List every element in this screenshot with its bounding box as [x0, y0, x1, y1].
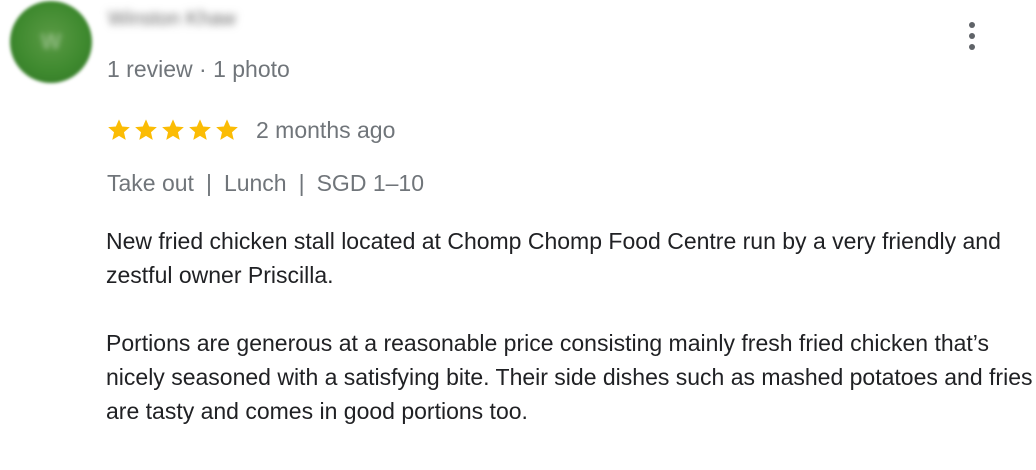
attribute-separator: |: [298, 170, 305, 196]
avatar-initial: W: [40, 29, 62, 54]
avatar[interactable]: W: [10, 1, 92, 83]
star-icon: [162, 119, 184, 140]
review-paragraph: Portions are generous at a reasonable pr…: [106, 330, 1033, 424]
star-icon: [108, 119, 130, 140]
attribute-meal: Lunch: [223, 170, 287, 196]
review-attributes: Take out | Lunch | SGD 1–10: [107, 170, 424, 197]
attribute-service: Take out: [107, 170, 194, 196]
star-icon: [216, 119, 238, 140]
star-icon: [189, 119, 211, 140]
more-options-button[interactable]: [958, 16, 986, 56]
star-rating: [106, 117, 240, 143]
more-vert-icon: [969, 22, 975, 50]
attribute-separator: |: [205, 170, 212, 196]
rating-row: 2 months ago: [106, 113, 395, 147]
reviewer-meta[interactable]: 1 review · 1 photo: [107, 56, 290, 83]
review-card: W Winston Khaw 1 review · 1 photo 2 mont…: [0, 0, 1036, 470]
reviewer-name[interactable]: Winston Khaw: [108, 8, 248, 34]
review-text: New fried chicken stall located at Chomp…: [106, 224, 1036, 462]
review-paragraph: New fried chicken stall located at Chomp…: [106, 228, 1001, 288]
star-icon: [135, 119, 157, 140]
review-date: 2 months ago: [256, 116, 396, 143]
attribute-price: SGD 1–10: [316, 170, 424, 196]
